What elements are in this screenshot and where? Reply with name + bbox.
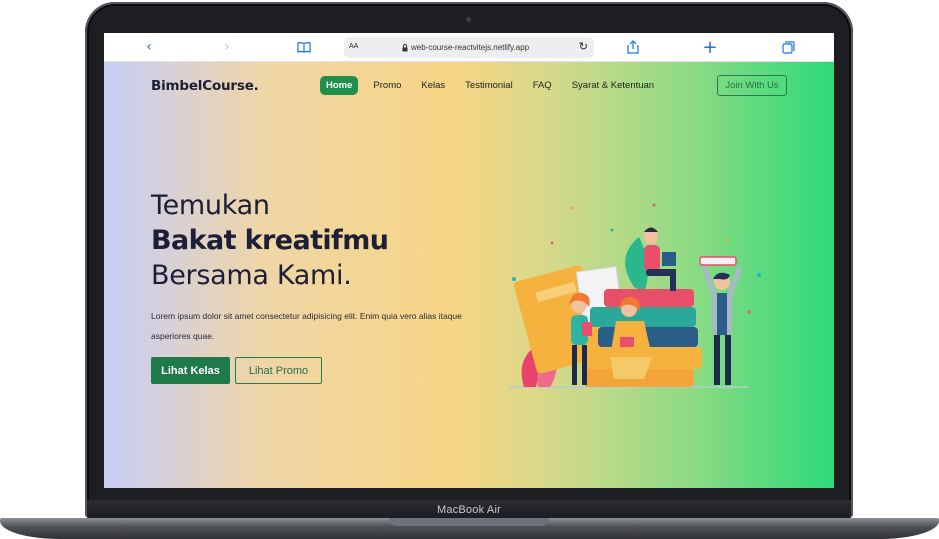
hero-line-2: Bakat kreatifmu — [151, 225, 389, 256]
nav-item-kelas[interactable]: Kelas — [421, 80, 445, 91]
hero-line-3: Bersama Kami. — [151, 260, 352, 291]
forward-icon[interactable]: › — [218, 38, 236, 56]
new-tab-icon[interactable]: + — [701, 37, 719, 58]
address-bar[interactable]: AA web-course-reactvitejs.netlify.app ↻ — [344, 37, 594, 58]
tabs-icon[interactable] — [779, 38, 797, 56]
lihat-promo-button[interactable]: Lihat Promo — [235, 357, 322, 384]
url-text: web-course-reactvitejs.netlify.app — [411, 43, 530, 52]
hero-description: Lorem ipsum dolor sit amet consectetur a… — [151, 311, 462, 341]
book-icon[interactable] — [295, 38, 313, 56]
nav-item-home[interactable]: Home — [320, 76, 359, 95]
web-page: BimbelCourse. Home Promo Kelas Testimoni… — [104, 62, 834, 488]
nav-item-syarat[interactable]: Syarat & Ketentuan — [572, 80, 654, 91]
lihat-kelas-button[interactable]: Lihat Kelas — [151, 357, 230, 384]
navbar: Home Promo Kelas Testimonial FAQ Syarat … — [320, 76, 674, 95]
brand-logo[interactable]: BimbelCourse. — [151, 78, 259, 94]
hero-illustration — [509, 203, 761, 388]
share-icon[interactable] — [624, 38, 642, 56]
hero-line-1: Temukan — [151, 190, 270, 221]
url-display[interactable]: web-course-reactvitejs.netlify.app — [402, 43, 529, 52]
device-label: MacBook Air — [437, 504, 501, 516]
browser-toolbar: ‹ › AA web-course-reactvitejs.netlify.ap… — [104, 33, 834, 62]
nav-item-testimonial[interactable]: Testimonial — [465, 80, 513, 91]
lock-icon — [402, 43, 408, 51]
laptop-chin: MacBook Air — [87, 500, 851, 520]
nav-item-promo[interactable]: Promo — [373, 80, 401, 91]
nav-item-faq[interactable]: FAQ — [533, 80, 552, 91]
back-icon[interactable]: ‹ — [140, 38, 158, 56]
camera-icon — [466, 17, 471, 22]
laptop-notch — [389, 518, 549, 526]
screen: ‹ › AA web-course-reactvitejs.netlify.ap… — [104, 33, 834, 488]
hero-heading: Temukan Bakat kreatifmu Bersama Kami. — [151, 188, 389, 293]
join-button[interactable]: Join With Us — [717, 75, 787, 96]
reload-icon[interactable]: ↻ — [579, 40, 588, 53]
text-size-button[interactable]: AA — [349, 43, 358, 50]
